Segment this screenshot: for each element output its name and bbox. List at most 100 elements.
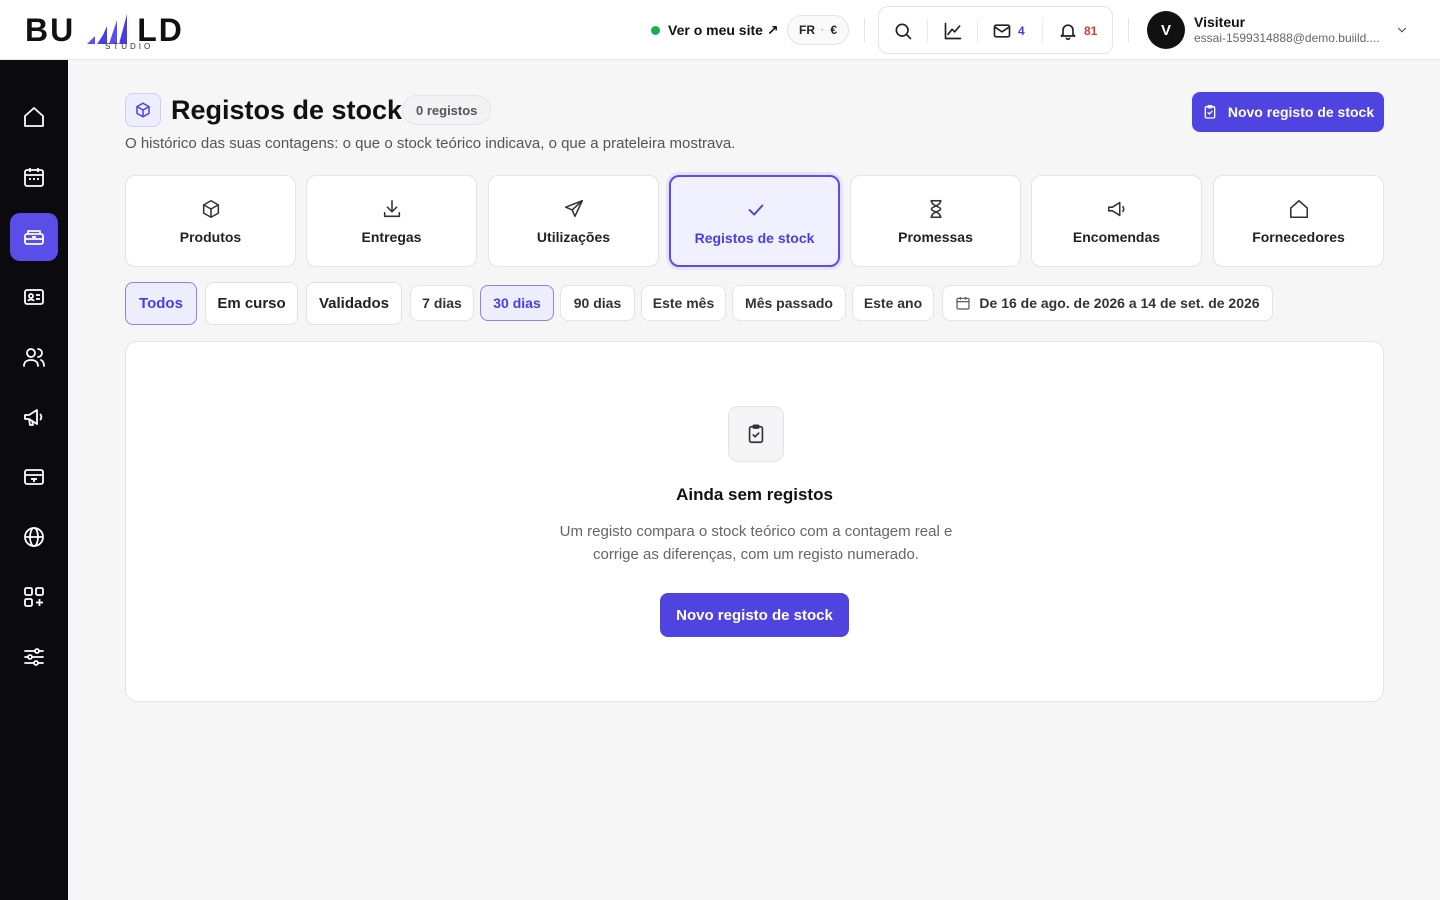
header-divider bbox=[864, 18, 865, 42]
users-icon bbox=[23, 348, 45, 367]
box-icon bbox=[202, 199, 220, 219]
filter-all[interactable]: Todos bbox=[125, 282, 197, 325]
tab-label: Utilizações bbox=[536, 229, 611, 245]
tab-orders[interactable]: Encomendas bbox=[1031, 175, 1202, 267]
stats-button[interactable] bbox=[943, 20, 963, 42]
tool-divider bbox=[977, 19, 978, 43]
currency-label: € bbox=[830, 23, 838, 37]
tab-label: Produtos bbox=[179, 229, 242, 245]
sidebar-item-marketing[interactable] bbox=[10, 393, 58, 441]
chart-line-icon bbox=[944, 22, 962, 40]
page-subtitle: O histórico das suas contagens: o que o … bbox=[125, 135, 736, 152]
view-site-label: Ver o meu site ↗ bbox=[668, 21, 779, 38]
period-this-month[interactable]: Este mês bbox=[641, 285, 726, 321]
notification-count: 81 bbox=[1084, 24, 1098, 38]
clipboard-check-icon bbox=[748, 424, 764, 444]
date-range-label: De 16 de ago. de 2026 a 14 de set. de 20… bbox=[979, 295, 1260, 311]
hourglass-icon bbox=[930, 199, 942, 219]
tab-label: Registos de stock bbox=[694, 230, 815, 246]
tab-promises[interactable]: Promessas bbox=[850, 175, 1021, 267]
megaphone-icon bbox=[1107, 201, 1125, 217]
tab-deliveries[interactable]: Entregas bbox=[306, 175, 477, 267]
tab-products[interactable]: Produtos bbox=[125, 175, 296, 267]
language-currency-selector[interactable]: FR · € bbox=[787, 15, 849, 45]
contact-card-icon bbox=[24, 289, 44, 305]
tool-divider bbox=[1042, 19, 1043, 43]
send-icon bbox=[564, 199, 584, 218]
new-stock-record-label: Novo registo de stock bbox=[1227, 104, 1375, 120]
tool-divider bbox=[927, 19, 928, 43]
tab-usages[interactable]: Utilizações bbox=[488, 175, 659, 267]
megaphone-icon bbox=[24, 409, 43, 426]
page-title-icon bbox=[125, 93, 161, 127]
separator-dot: · bbox=[820, 24, 825, 36]
empty-state-icon bbox=[728, 406, 784, 462]
records-count-badge: 0 registos bbox=[402, 95, 492, 125]
filter-validated[interactable]: Validados bbox=[306, 282, 402, 325]
box-icon bbox=[136, 102, 150, 118]
inventory-icon bbox=[24, 230, 44, 245]
online-status-dot bbox=[651, 25, 660, 35]
tab-label: Encomendas bbox=[1072, 229, 1161, 245]
sidebar-item-settings[interactable] bbox=[10, 633, 58, 681]
sidebar-item-home[interactable] bbox=[10, 93, 58, 141]
period-7-days[interactable]: 7 dias bbox=[410, 285, 474, 321]
sidebar-item-payments[interactable] bbox=[10, 453, 58, 501]
filter-in-progress[interactable]: Em curso bbox=[205, 282, 298, 325]
clipboard-check-icon bbox=[1204, 105, 1216, 119]
messages-button[interactable]: 4 bbox=[992, 20, 1025, 42]
chevron-down-icon bbox=[1397, 27, 1407, 33]
user-name: Visiteur bbox=[1194, 14, 1246, 30]
logo-bars-icon bbox=[87, 14, 127, 44]
tab-stock-records[interactable]: Registos de stock bbox=[669, 175, 840, 267]
user-menu[interactable]: V Visiteur essai-1599314888@demo.buiild.… bbox=[1147, 11, 1417, 49]
tab-suppliers[interactable]: Fornecedores bbox=[1213, 175, 1384, 267]
header-divider bbox=[1128, 18, 1129, 42]
new-stock-record-button[interactable]: Novo registo de stock bbox=[1192, 92, 1384, 132]
top-bar: BU LD STUDIO Ver o meu site ↗ FR · € 4 8… bbox=[0, 0, 1440, 60]
header-tools: 4 81 bbox=[878, 6, 1113, 54]
logo-subtitle: STUDIO bbox=[105, 42, 154, 51]
view-site-link[interactable]: Ver o meu site ↗ bbox=[651, 18, 779, 42]
sidebar-item-inventory[interactable] bbox=[10, 213, 58, 261]
logo-text-left: BU bbox=[25, 12, 76, 48]
apps-icon bbox=[24, 587, 44, 607]
date-range-picker[interactable]: De 16 de ago. de 2026 a 14 de set. de 20… bbox=[942, 285, 1273, 321]
payment-card-icon bbox=[24, 469, 44, 485]
period-90-days[interactable]: 90 dias bbox=[560, 285, 635, 321]
check-icon bbox=[748, 204, 764, 216]
globe-icon bbox=[24, 527, 44, 547]
bell-icon bbox=[1060, 24, 1076, 41]
user-email: essai-1599314888@demo.buiild.... bbox=[1194, 31, 1380, 45]
empty-state-title: Ainda sem registos bbox=[676, 485, 833, 504]
mail-icon bbox=[993, 24, 1011, 38]
page-title: Registos de stock bbox=[171, 95, 403, 125]
sliders-icon bbox=[24, 648, 44, 666]
sidebar-item-users[interactable] bbox=[10, 333, 58, 381]
sidebar-item-calendar[interactable] bbox=[10, 153, 58, 201]
tab-label: Fornecedores bbox=[1252, 229, 1345, 245]
period-30-days[interactable]: 30 dias bbox=[480, 285, 554, 321]
tab-label: Promessas bbox=[898, 229, 973, 245]
section-tabs: Produtos Entregas Utilizações Registos d… bbox=[125, 175, 1384, 267]
logo[interactable]: BU LD STUDIO bbox=[25, 8, 185, 54]
sidebar-item-apps[interactable] bbox=[10, 573, 58, 621]
calendar-icon bbox=[24, 168, 44, 187]
sidebar-item-website[interactable] bbox=[10, 513, 58, 561]
empty-new-stock-record-button[interactable]: Novo registo de stock bbox=[660, 593, 849, 637]
period-this-year[interactable]: Este ano bbox=[852, 285, 934, 321]
calendar-icon bbox=[956, 297, 971, 310]
tab-label: Entregas bbox=[361, 229, 422, 245]
download-icon bbox=[383, 199, 401, 218]
mail-count: 4 bbox=[1018, 24, 1025, 38]
avatar: V bbox=[1147, 11, 1185, 49]
notifications-button[interactable]: 81 bbox=[1058, 20, 1097, 42]
period-last-month[interactable]: Mês passado bbox=[732, 285, 846, 321]
search-icon bbox=[895, 23, 912, 40]
language-label: FR bbox=[798, 23, 815, 37]
search-button[interactable] bbox=[893, 20, 913, 42]
house-icon bbox=[1289, 199, 1309, 219]
empty-state-text: Um registo compara o stock teórico com a… bbox=[559, 523, 953, 563]
sidebar-item-contacts[interactable] bbox=[10, 273, 58, 321]
sidebar bbox=[0, 60, 68, 900]
